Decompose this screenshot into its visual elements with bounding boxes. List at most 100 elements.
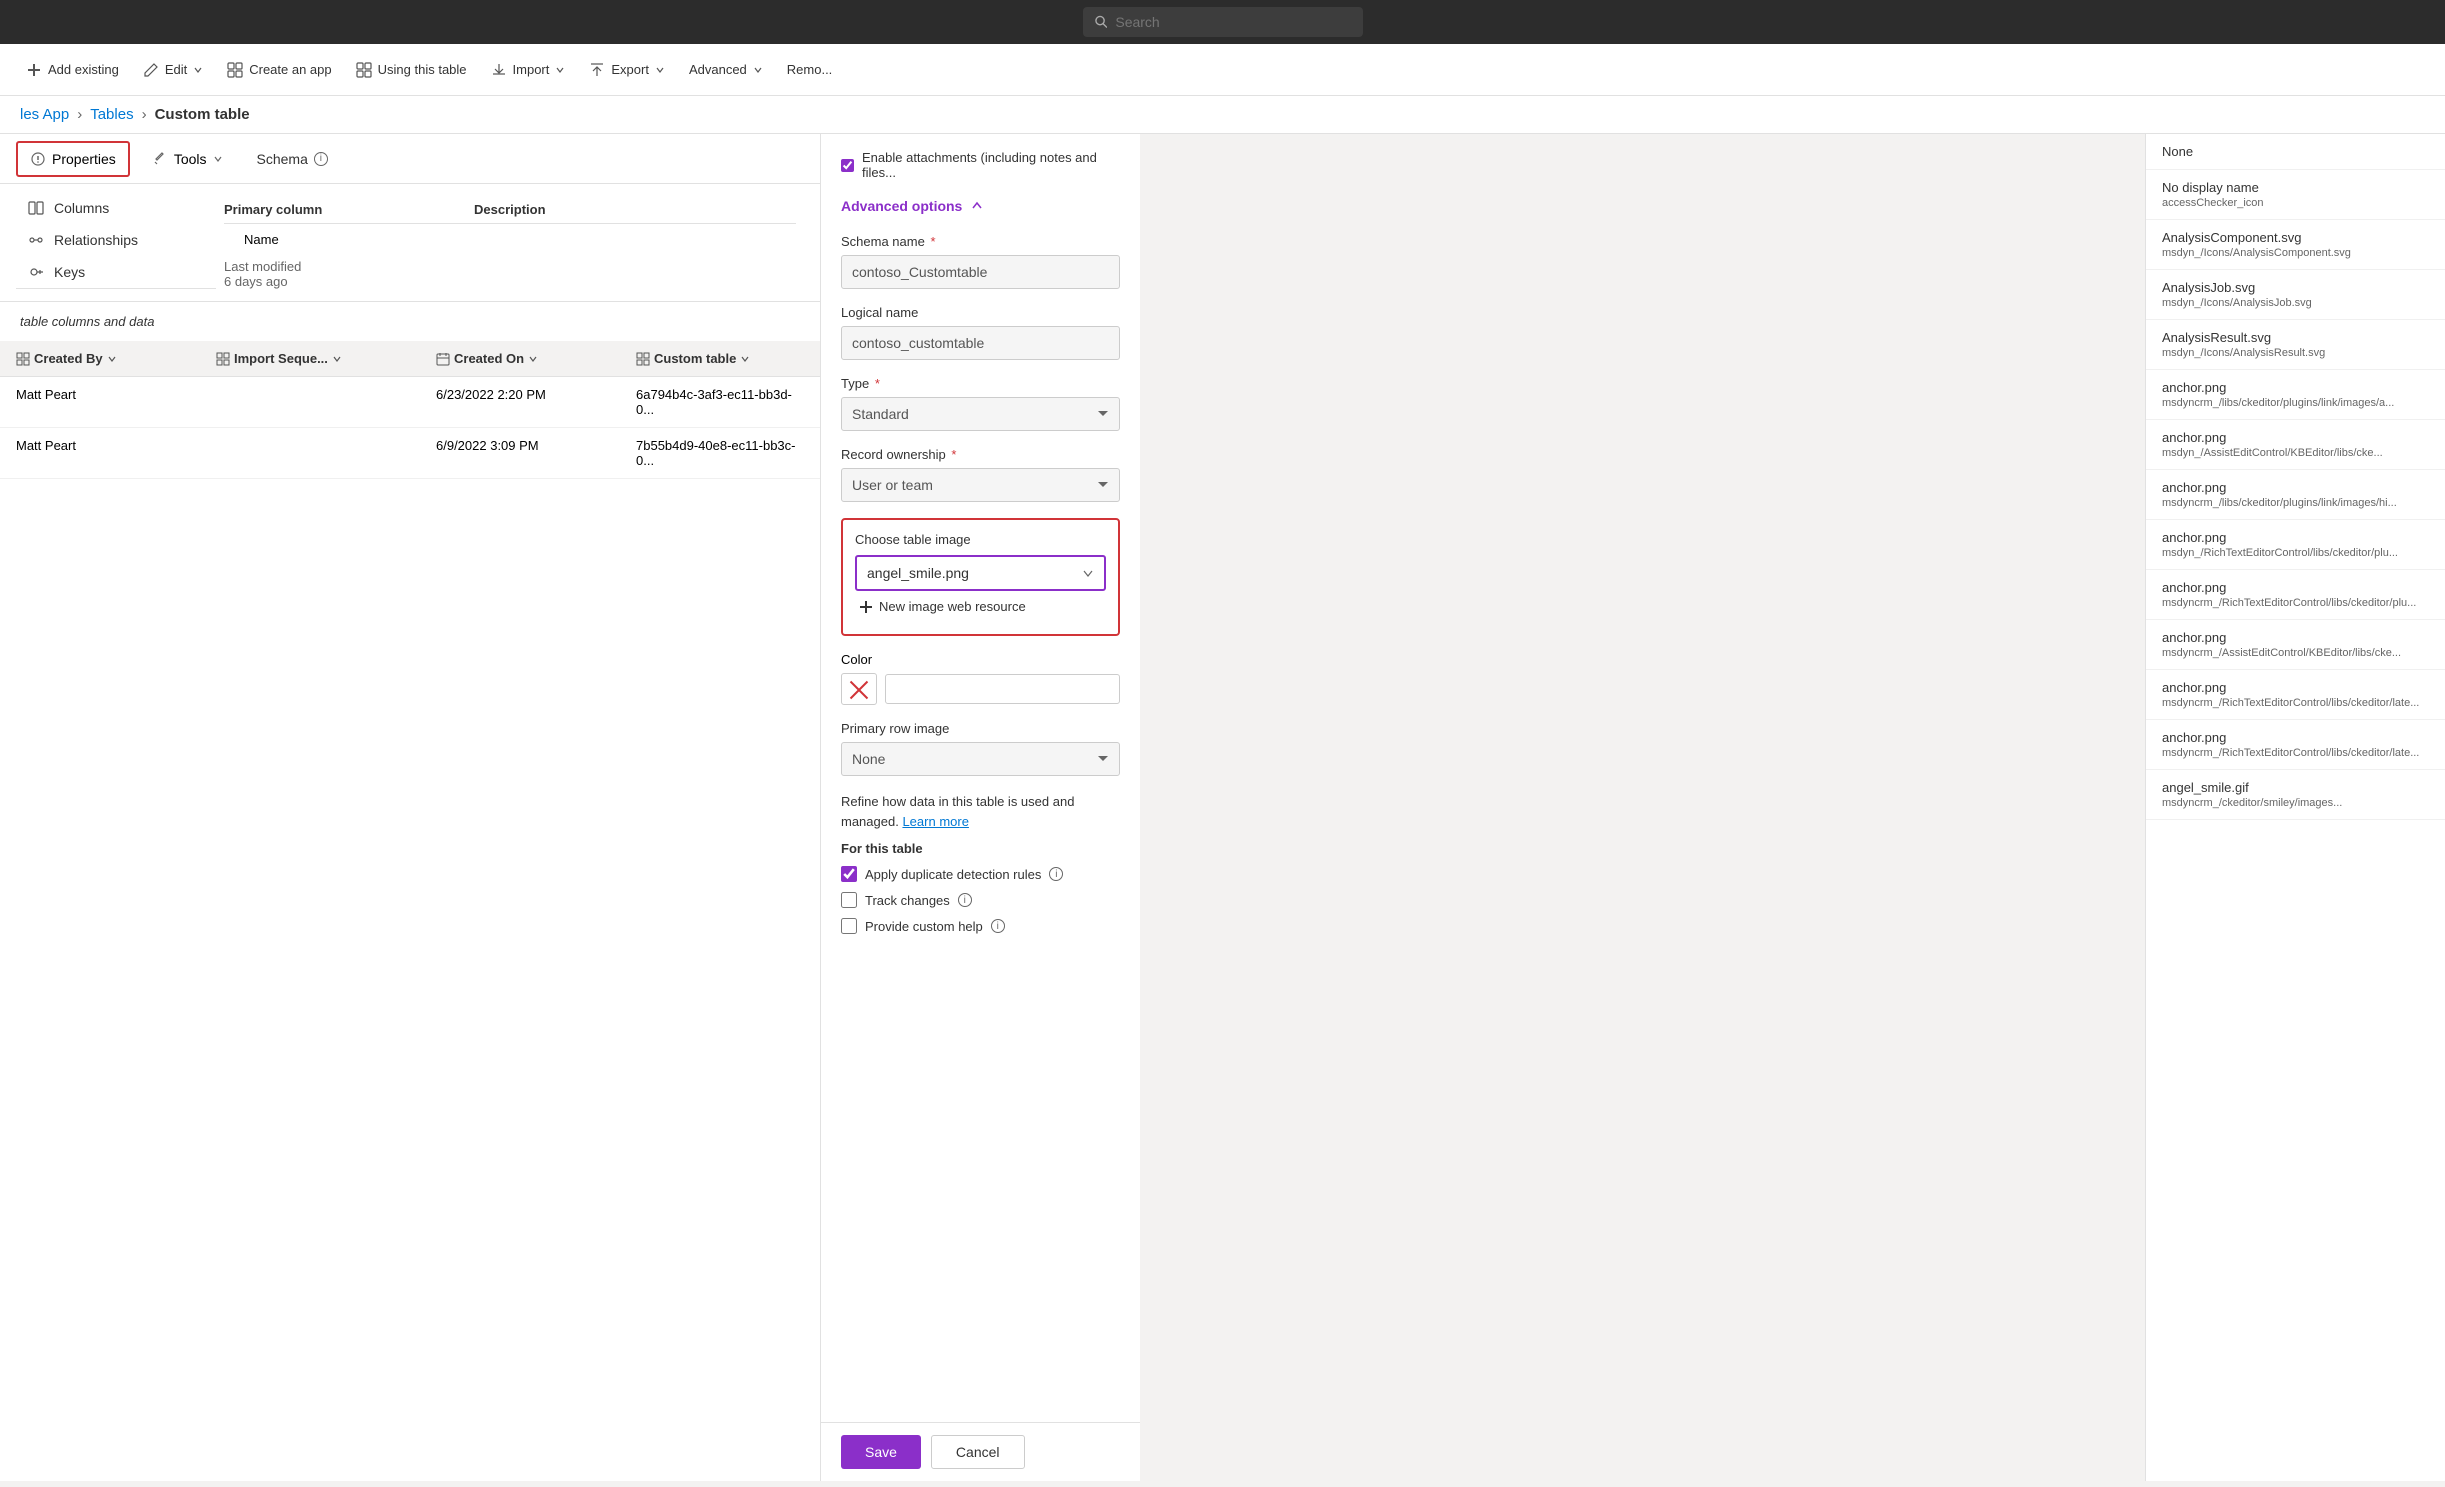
dropdown-item-primary: anchor.png (2162, 580, 2429, 595)
import-icon (491, 62, 507, 78)
dropdown-item-primary: anchor.png (2162, 730, 2429, 745)
image-select[interactable]: angel_smile.png (857, 557, 1104, 589)
dropdown-item[interactable]: anchor.png msdyncrm_/libs/ckeditor/plugin… (2146, 370, 2445, 420)
advanced-button[interactable]: Advanced (679, 56, 773, 83)
type-group: Type * Standard (841, 376, 1120, 431)
schema-info-icon[interactable]: i (314, 152, 328, 166)
enable-attachments-row: Enable attachments (including notes and … (841, 150, 1120, 180)
schema-name-req: * (930, 234, 935, 249)
main-layout: Properties Tools Schema i Columns (0, 134, 2445, 1481)
type-select[interactable]: Standard (841, 397, 1120, 431)
record-ownership-group: Record ownership * User or team (841, 447, 1120, 502)
schema-name-input[interactable] (841, 255, 1120, 289)
color-text-input[interactable] (885, 674, 1120, 704)
dropdown-item[interactable]: anchor.pngmsdyncrm_/RichTextEditorContro… (2146, 720, 2445, 770)
dropdown-item[interactable]: AnalysisJob.svgmsdyn_/Icons/AnalysisJob.… (2146, 270, 2445, 320)
edit-button[interactable]: Edit (133, 56, 213, 84)
tools-tab[interactable]: Tools (138, 141, 237, 177)
dropdown-item-secondary: msdyncrm_/libs/ckeditor/plugins/link/ima… (2162, 497, 2429, 509)
remove-button[interactable]: Remo... (777, 56, 843, 83)
dropdown-item[interactable]: anchor.pngmsdyncrm_/RichTextEditorContro… (2146, 670, 2445, 720)
properties-tab-label: Properties (52, 151, 116, 167)
edit-chevron-icon (193, 65, 203, 75)
dropdown-item[interactable]: None (2146, 134, 2445, 170)
search-box[interactable] (1083, 7, 1363, 37)
cancel-button[interactable]: Cancel (931, 1435, 1025, 1469)
col-header-created-on[interactable]: Created On (436, 351, 636, 366)
dropdown-item-secondary: msdyn_/Icons/AnalysisComponent.svg (2162, 247, 2429, 259)
primary-row-image-select[interactable]: None (841, 742, 1120, 776)
col-header-import-seq[interactable]: Import Seque... (216, 351, 436, 366)
refine-text: Refine how data in this table is used an… (841, 792, 1120, 831)
properties-tab[interactable]: Properties (16, 141, 130, 177)
record-ownership-label: Record ownership * (841, 447, 1120, 462)
track-changes-info-icon[interactable]: i (958, 893, 972, 907)
breadcrumb-current: Custom table (155, 106, 250, 123)
primary-row-image-label: Primary row image (841, 721, 1120, 736)
breadcrumb-app[interactable]: les App (20, 106, 69, 123)
provide-custom-help-info-icon[interactable]: i (991, 919, 1005, 933)
color-x-icon (847, 677, 871, 701)
dropdown-item[interactable]: AnalysisResult.svgmsdyn_/Icons/AnalysisR… (2146, 320, 2445, 370)
add-existing-button[interactable]: Add existing (16, 56, 129, 84)
logical-name-input[interactable] (841, 326, 1120, 360)
left-content: Properties Tools Schema i Columns (0, 134, 820, 1481)
apply-duplicate-checkbox[interactable] (841, 866, 857, 882)
dropdown-item-primary: anchor.png (2162, 530, 2429, 545)
dropdown-item-primary: anchor.png (2162, 680, 2429, 695)
dropdown-item[interactable]: angel_smile.gifmsdyncrm_/ckeditor/smiley… (2146, 770, 2445, 820)
record-ownership-select[interactable]: User or team (841, 468, 1120, 502)
props-content: Enable attachments (including notes and … (821, 134, 1140, 1422)
dropdown-item[interactable]: anchor.pngmsdyncrm_/AssistEditControl/KB… (2146, 620, 2445, 670)
dropdown-item-primary: AnalysisJob.svg (2162, 280, 2429, 295)
relationships-nav-item[interactable]: Relationships (16, 224, 216, 256)
dropdown-item-primary: angel_smile.gif (2162, 780, 2429, 795)
track-changes-row: Track changes i (841, 892, 1120, 908)
track-changes-checkbox[interactable] (841, 892, 857, 908)
dropdown-item-primary: No display name (2162, 180, 2429, 195)
color-input-row (841, 673, 1120, 705)
dropdown-item-primary: anchor.png (2162, 380, 2429, 395)
save-button[interactable]: Save (841, 1435, 921, 1469)
dropdown-item[interactable]: anchor.pngmsdyncrm_/RichTextEditorContro… (2146, 570, 2445, 620)
provide-custom-help-checkbox[interactable] (841, 918, 857, 934)
data-row-1: Matt Peart 6/23/2022 2:20 PM 6a794b4c-3a… (0, 377, 820, 428)
dropdown-item[interactable]: No display name accessChecker_icon (2146, 170, 2445, 220)
color-preview[interactable] (841, 673, 877, 705)
col-header-custom-table[interactable]: Custom table (636, 351, 804, 366)
advanced-chevron-icon (753, 65, 763, 75)
new-image-web-resource-button[interactable]: New image web resource (855, 591, 1030, 622)
apply-duplicate-info-icon[interactable]: i (1049, 867, 1063, 881)
apply-duplicate-row: Apply duplicate detection rules i (841, 866, 1120, 882)
dropdown-item-primary: anchor.png (2162, 630, 2429, 645)
dropdown-item-primary: anchor.png (2162, 430, 2429, 445)
columns-nav-item[interactable]: Columns (16, 192, 216, 224)
dropdown-item[interactable]: anchor.pngmsdyn_/AssistEditControl/KBEdi… (2146, 420, 2445, 470)
keys-nav-item[interactable]: Keys (16, 256, 216, 288)
dropdown-item-secondary: msdyn_/RichTextEditorControl/libs/ckedit… (2162, 547, 2429, 559)
grid-icon (16, 352, 30, 366)
export-button[interactable]: Export (579, 56, 675, 84)
dropdown-item[interactable]: AnalysisComponent.svgmsdyn_/Icons/Analys… (2146, 220, 2445, 270)
for-this-table-section: For this table Apply duplicate detection… (841, 841, 1120, 934)
provide-custom-help-label: Provide custom help (865, 919, 983, 934)
learn-more-link[interactable]: Learn more (902, 814, 968, 829)
advanced-options-toggle[interactable]: Advanced options (841, 190, 1120, 222)
dropdown-item[interactable]: anchor.png msdyn_/RichTextEditorControl/l… (2146, 520, 2445, 570)
import-button[interactable]: Import (481, 56, 576, 84)
using-this-table-button[interactable]: Using this table (346, 56, 477, 84)
properties-icon (30, 151, 46, 167)
dropdown-item-secondary: msdyncrm_/libs/ckeditor/plugins/link/ima… (2162, 397, 2429, 409)
col-header-created-by[interactable]: Created By (16, 351, 216, 366)
create-app-button[interactable]: Create an app (217, 56, 341, 84)
breadcrumb-tables[interactable]: Tables (90, 106, 133, 123)
breadcrumb-sep-2: › (142, 106, 147, 123)
choose-image-label: Choose table image (855, 532, 1106, 547)
primary-row-image-group: Primary row image None (841, 721, 1120, 776)
tools-icon (152, 151, 168, 167)
search-input[interactable] (1115, 14, 1350, 30)
dropdown-item[interactable]: anchor.pngmsdyncrm_/libs/ckeditor/plugin… (2146, 470, 2445, 520)
dropdown-item-secondary: accessChecker_icon (2162, 197, 2429, 209)
action-buttons: Save Cancel (821, 1422, 1140, 1481)
enable-attachments-checkbox[interactable] (841, 159, 854, 172)
